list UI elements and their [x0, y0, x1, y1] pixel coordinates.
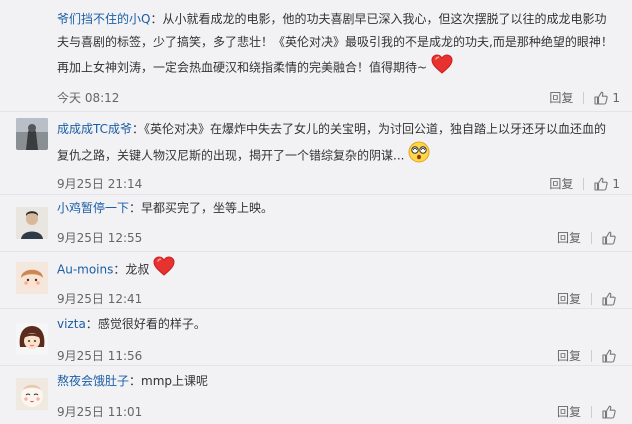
dizzy-face-icon: [408, 141, 430, 171]
comment-actions: 回复: [557, 403, 620, 420]
divider: [591, 349, 592, 362]
like-button[interactable]: [602, 231, 620, 245]
comment-username[interactable]: 爷们挡不住的小Q: [57, 12, 150, 26]
comment-time: 9月25日 11:01: [57, 405, 143, 419]
comment-item: vizta：感觉很好看的样子。 9月25日 11:56 回复: [0, 309, 632, 366]
comment-text: mmp上课呢: [141, 374, 209, 388]
comment-actions: 回复: [557, 290, 620, 307]
comment-body: Au-moins：龙叔: [57, 256, 618, 284]
divider: [583, 177, 585, 190]
divider: [591, 405, 592, 418]
like-count: 1: [612, 90, 620, 105]
avatar[interactable]: [16, 207, 48, 239]
comment-text: 龙叔: [125, 262, 150, 277]
comment-username[interactable]: Au-moins: [57, 263, 113, 277]
like-button[interactable]: 1: [594, 177, 620, 191]
comment-time: 9月25日 11:56: [57, 349, 143, 363]
thumbs-up-icon: [602, 405, 616, 419]
comment-colon: ：: [132, 122, 145, 136]
comment-footer: 9月25日 12:55 回复: [57, 229, 620, 247]
comment-body: 爷们挡不住的小Q：从小就看成龙的电影，他的功夫喜剧早已深入我心，但这次摆脱了以往…: [57, 8, 618, 82]
comment-username[interactable]: vizta: [57, 317, 86, 331]
comment-text: 早都买完了，坐等上映。: [141, 201, 274, 215]
reply-button[interactable]: 回复: [557, 403, 581, 420]
comment-colon: ：: [129, 374, 142, 388]
divider: [591, 231, 592, 244]
reply-button[interactable]: 回复: [557, 347, 581, 364]
comment-item: 熬夜会饿肚子：mmp上课呢 9月25日 11:01 回复: [0, 366, 632, 424]
comment-footer: 9月25日 21:14 回复 1: [57, 175, 620, 193]
comment-footer: 今天 08:12 回复 1: [57, 89, 620, 107]
thumbs-up-icon: [602, 292, 616, 306]
comment-footer: 9月25日 11:01 回复: [57, 403, 620, 421]
divider: [583, 91, 585, 104]
heart-icon: [431, 54, 453, 82]
comment-username[interactable]: 熬夜会饿肚子: [57, 374, 129, 388]
comment-time: 今天 08:12: [57, 91, 120, 105]
comment-body: 小鸡暂停一下：早都买完了，坐等上映。: [57, 197, 618, 220]
comment-body: 成成成TC成爷：《英伦对决》在爆炸中失去了女儿的关宝明，为讨回公道，独自踏上以牙…: [57, 118, 618, 171]
avatar[interactable]: [16, 378, 48, 410]
comment-item: 爷们挡不住的小Q：从小就看成龙的电影，他的功夫喜剧早已深入我心，但这次摆脱了以往…: [0, 0, 632, 112]
comment-list: 爷们挡不住的小Q：从小就看成龙的电影，他的功夫喜剧早已深入我心，但这次摆脱了以往…: [0, 0, 632, 424]
like-button[interactable]: [602, 292, 620, 306]
comment-time: 9月25日 21:14: [57, 177, 143, 191]
comment-footer: 9月25日 11:56 回复: [57, 347, 620, 365]
comment-item: 成成成TC成爷：《英伦对决》在爆炸中失去了女儿的关宝明，为讨回公道，独自踏上以牙…: [0, 112, 632, 195]
comment-actions: 回复 1: [549, 175, 620, 192]
thumbs-up-icon: [594, 177, 609, 191]
comment-text: 感觉很好看的样子。: [97, 317, 206, 331]
comment-colon: ：: [129, 201, 142, 215]
like-button[interactable]: [602, 405, 620, 419]
thumbs-up-icon: [602, 349, 616, 363]
like-count: 1: [612, 176, 620, 191]
comment-time: 9月25日 12:41: [57, 292, 143, 306]
comment-item: Au-moins：龙叔 9月25日 12:41 回复: [0, 252, 632, 309]
avatar[interactable]: [16, 118, 48, 150]
like-button[interactable]: 1: [594, 91, 620, 105]
comment-footer: 9月25日 12:41 回复: [57, 290, 620, 308]
heart-icon: [153, 256, 175, 284]
comment-actions: 回复: [557, 347, 620, 364]
thumbs-up-icon: [594, 91, 609, 105]
reply-button[interactable]: 回复: [557, 229, 581, 246]
comment-username[interactable]: 成成成TC成爷: [57, 122, 132, 136]
comment-actions: 回复 1: [549, 89, 620, 106]
comment-colon: ：: [113, 262, 126, 277]
like-button[interactable]: [602, 349, 620, 363]
comment-body: 熬夜会饿肚子：mmp上课呢: [57, 370, 618, 393]
reply-button[interactable]: 回复: [557, 290, 581, 307]
comment-colon: ：: [85, 317, 98, 331]
reply-button[interactable]: 回复: [549, 89, 573, 106]
avatar[interactable]: [16, 262, 48, 294]
thumbs-up-icon: [602, 231, 616, 245]
comment-body: vizta：感觉很好看的样子。: [57, 313, 618, 336]
avatar[interactable]: [16, 323, 48, 355]
comment-username[interactable]: 小鸡暂停一下: [57, 201, 129, 215]
comment-colon: ：: [150, 12, 163, 26]
reply-button[interactable]: 回复: [549, 175, 573, 192]
comment-time: 9月25日 12:55: [57, 231, 143, 245]
comment-item: 小鸡暂停一下：早都买完了，坐等上映。 9月25日 12:55 回复: [0, 195, 632, 252]
divider: [591, 292, 592, 305]
comment-actions: 回复: [557, 229, 620, 246]
